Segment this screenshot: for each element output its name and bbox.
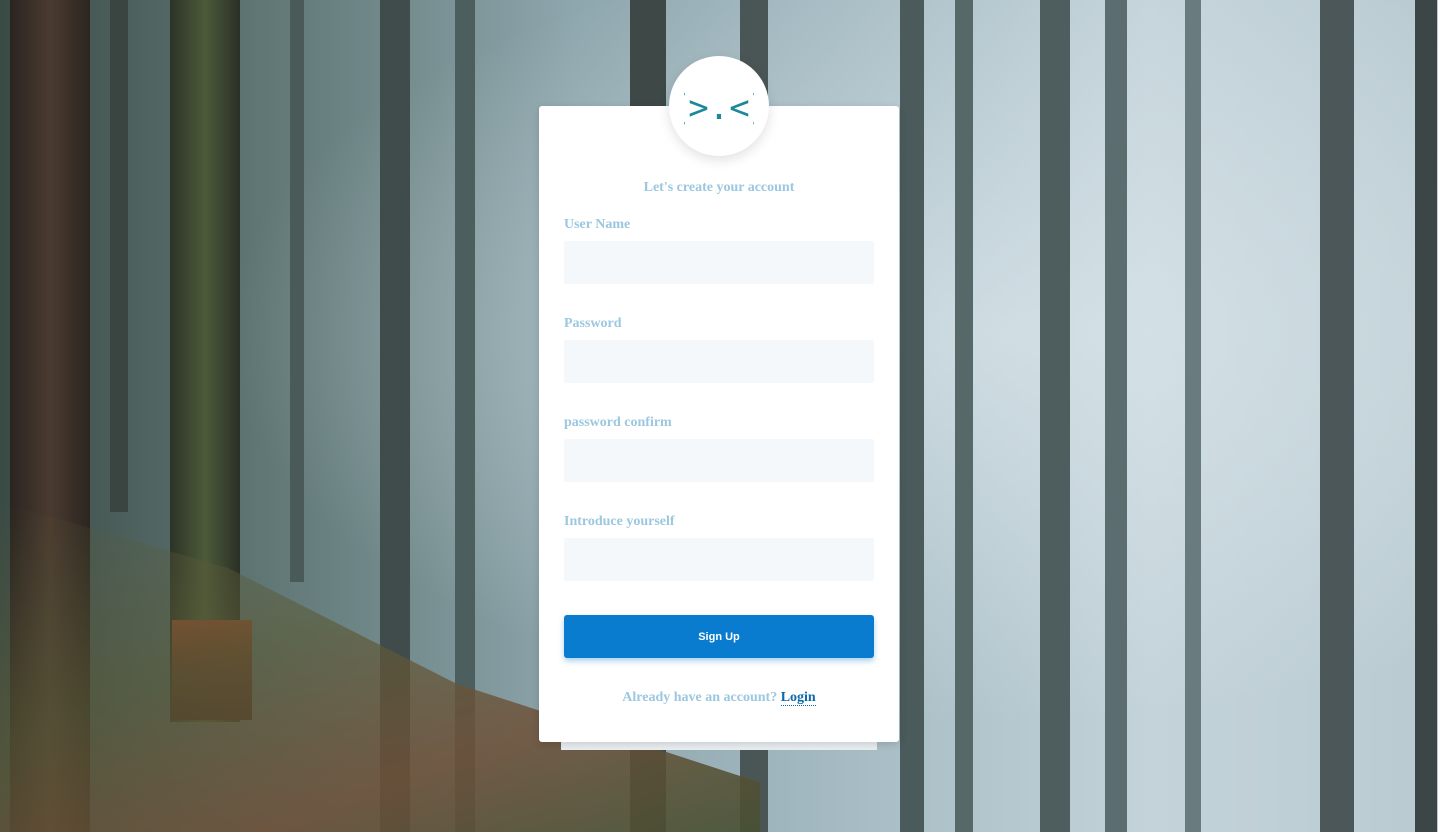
- logo-badge: {>.<}: [669, 56, 769, 156]
- tree-trunk: [900, 0, 924, 832]
- tree-trunk: [1185, 0, 1201, 832]
- login-prompt: Already have an account? Login: [539, 690, 899, 706]
- password-confirm-input[interactable]: [564, 439, 874, 482]
- username-label: User Name: [564, 217, 631, 232]
- code-brackets-icon: {>.<}: [684, 88, 754, 128]
- password-confirm-label: password confirm: [564, 415, 672, 430]
- tree-trunk: [1040, 0, 1070, 832]
- login-prompt-text: Already have an account?: [622, 690, 778, 705]
- signup-subtitle: Let's create your account: [643, 180, 795, 195]
- login-link[interactable]: Login: [780, 690, 816, 706]
- tree-trunk: [955, 0, 973, 832]
- password-input[interactable]: [564, 340, 874, 383]
- sign-up-button[interactable]: Sign Up: [564, 615, 874, 658]
- introduce-yourself-label: Introduce yourself: [564, 514, 675, 529]
- logo-glyph: {>.<}: [684, 88, 754, 128]
- tree-trunk: [1105, 0, 1127, 832]
- username-input[interactable]: [564, 241, 874, 284]
- tree-trunk: [290, 0, 304, 582]
- introduce-yourself-input[interactable]: [564, 538, 874, 581]
- tree-trunk: [110, 0, 128, 512]
- password-label: Password: [564, 316, 622, 331]
- tree-trunk: [1415, 0, 1437, 832]
- tree-trunk: [1320, 0, 1354, 832]
